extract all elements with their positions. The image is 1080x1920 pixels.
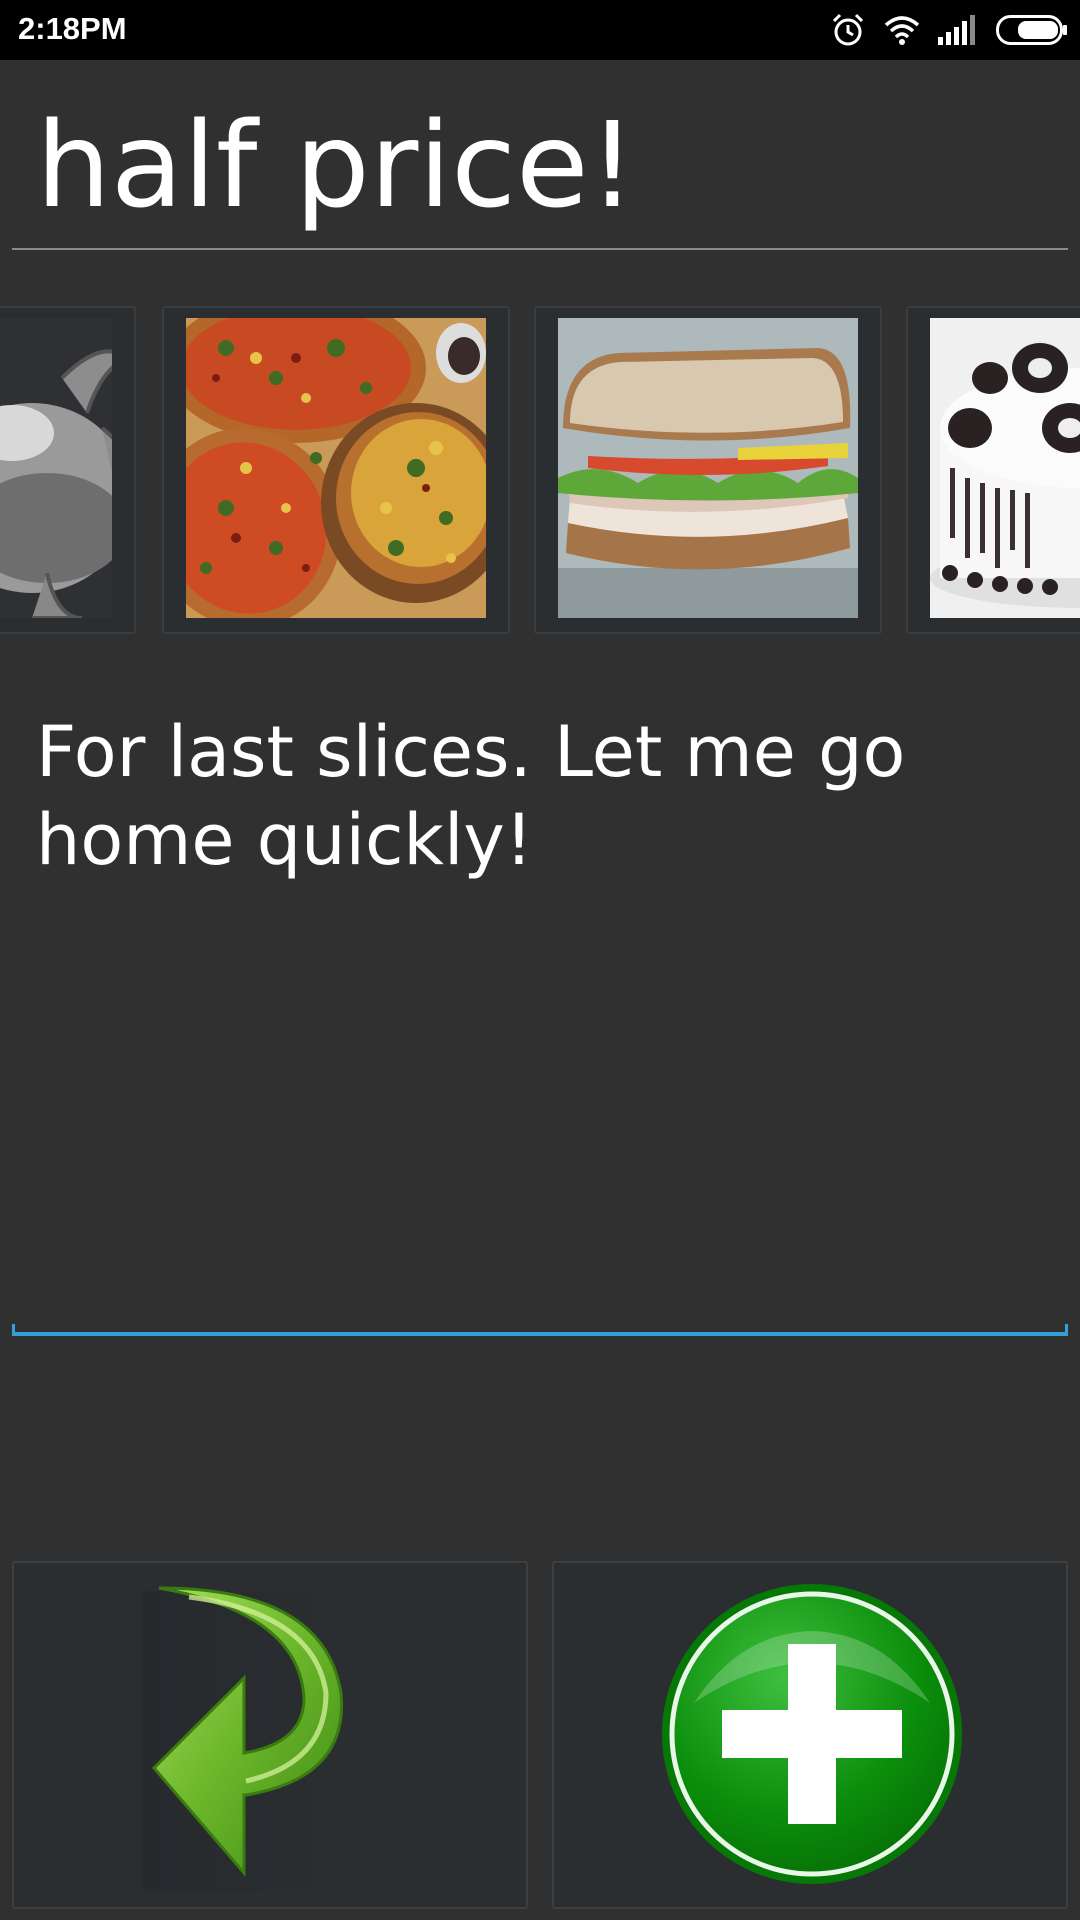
description-input-underline: [12, 1324, 1068, 1336]
title-input[interactable]: half price!: [12, 60, 1068, 250]
green-curved-arrow-icon: [142, 1586, 344, 1891]
description-input[interactable]: For last slices. Let me go home quickly!: [12, 660, 1068, 1336]
description-input-value: For last slices. Let me go home quickly!: [36, 711, 906, 881]
status-icons: [830, 10, 1068, 50]
battery-icon: [996, 15, 1067, 45]
title-input-value: half price!: [36, 96, 636, 234]
pizza-image: [186, 318, 486, 618]
gallery-item-sandwich[interactable]: [534, 306, 882, 634]
back-button[interactable]: [12, 1561, 528, 1909]
add-button[interactable]: [552, 1561, 1068, 1909]
image-gallery[interactable]: [0, 306, 1080, 636]
wifi-icon: [884, 16, 920, 45]
status-bar: 2:18PM: [0, 0, 1080, 60]
gallery-item-cartoon[interactable]: [0, 306, 136, 634]
status-time: 2:18PM: [18, 11, 127, 46]
oreo-cake-image: [930, 318, 1080, 618]
alarm-icon: [832, 13, 864, 46]
cartoon-character-image: [0, 318, 112, 618]
green-plus-circle-icon: [662, 1584, 962, 1884]
signal-icon: [938, 15, 975, 45]
gallery-item-pizza[interactable]: [162, 306, 510, 634]
sandwich-image: [558, 318, 858, 618]
gallery-item-cake[interactable]: [906, 306, 1080, 634]
